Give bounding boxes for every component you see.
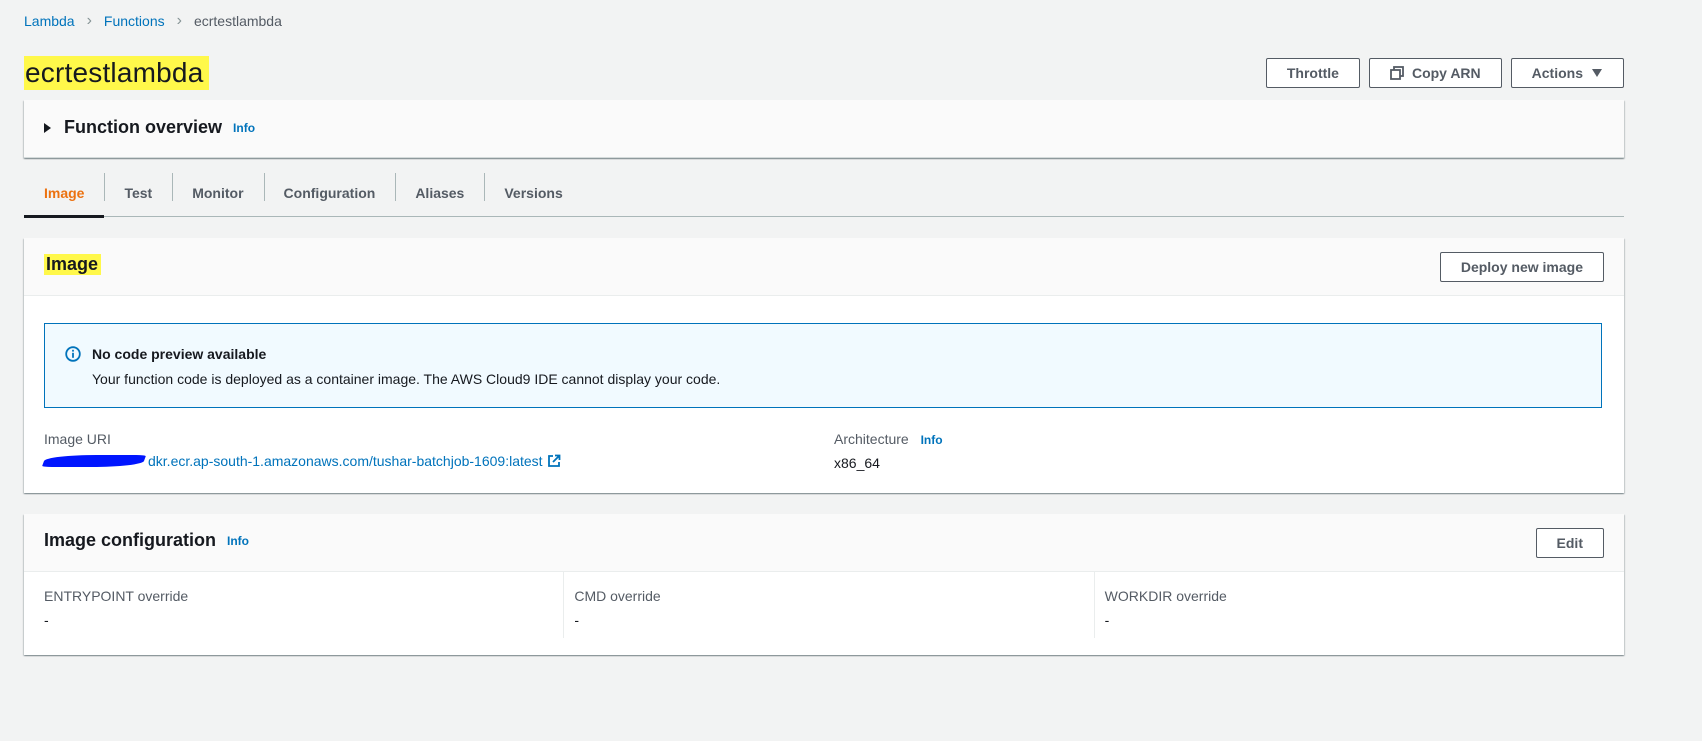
cmd-override-field: CMD override - xyxy=(563,572,1093,638)
copy-arn-label: Copy ARN xyxy=(1411,65,1481,81)
architecture-info-link[interactable]: Info xyxy=(921,433,943,447)
actions-button[interactable]: Actions xyxy=(1510,58,1624,88)
info-circle-icon xyxy=(65,346,81,362)
cmd-override-label: CMD override xyxy=(574,588,661,604)
image-configuration-title-text: Image configuration xyxy=(44,530,217,550)
alert-title: No code preview available xyxy=(92,346,267,362)
tab-test[interactable]: Test xyxy=(104,170,172,216)
architecture-label: Architecture xyxy=(834,431,909,447)
actions-label: Actions xyxy=(1531,65,1583,81)
image-configuration-info-link[interactable]: Info xyxy=(227,534,249,548)
entrypoint-override-label: ENTRYPOINT override xyxy=(44,588,189,604)
redaction-mark xyxy=(41,455,147,467)
function-overview-toggle[interactable]: Function overview Info xyxy=(44,117,255,138)
image-panel-title: Image xyxy=(44,254,102,275)
cmd-override-value: - xyxy=(574,612,579,628)
deploy-new-image-label: Deploy new image xyxy=(1460,259,1583,275)
entrypoint-override-field: ENTRYPOINT override - xyxy=(24,572,563,638)
image-uri-link[interactable]: dkr.ecr.ap-south-1.amazonaws.com/tushar-… xyxy=(148,453,543,469)
info-alert: No code preview available Your function … xyxy=(44,323,1602,408)
info-link[interactable]: Info xyxy=(233,121,255,135)
workdir-override-label: WORKDIR override xyxy=(1104,588,1227,604)
header-actions: Throttle Copy ARN Actions xyxy=(1265,58,1624,88)
breadcrumb: Lambda › Functions › ecrtestlambda xyxy=(24,12,282,30)
breadcrumb-functions[interactable]: Functions xyxy=(104,13,165,29)
workdir-override-field: WORKDIR override - xyxy=(1093,572,1624,638)
tab-image[interactable]: Image xyxy=(24,170,105,218)
image-title-text: Image xyxy=(44,254,102,275)
copy-arn-button[interactable]: Copy ARN xyxy=(1368,58,1502,88)
image-configuration-title: Image configuration Info xyxy=(44,530,249,551)
chevron-right-icon: › xyxy=(86,12,92,29)
image-uri-block: Image URI dkr.ecr.ap-south-1.amazonaws.c… xyxy=(41,431,561,469)
image-uri-label: Image URI xyxy=(44,431,111,447)
copy-icon xyxy=(1390,66,1404,80)
image-panel: Image Deploy new image No code preview a… xyxy=(24,238,1624,493)
edit-button[interactable]: Edit xyxy=(1535,528,1604,558)
tab-bar: Image Test Monitor Configuration Aliases… xyxy=(24,170,1624,218)
deploy-new-image-button[interactable]: Deploy new image xyxy=(1439,252,1604,282)
breadcrumb-lambda[interactable]: Lambda xyxy=(24,13,75,29)
tab-versions[interactable]: Versions xyxy=(484,170,582,216)
throttle-button[interactable]: Throttle xyxy=(1265,58,1360,88)
function-overview-panel: Function overview Info xyxy=(24,100,1624,158)
image-configuration-header: Image configuration Info Edit xyxy=(24,514,1624,572)
alert-body: Your function code is deployed as a cont… xyxy=(92,371,721,387)
tab-monitor[interactable]: Monitor xyxy=(172,170,263,216)
image-uri-value: dkr.ecr.ap-south-1.amazonaws.com/tushar-… xyxy=(41,453,561,469)
image-panel-header: Image Deploy new image xyxy=(24,238,1624,296)
image-configuration-panel: Image configuration Info Edit ENTRYPOINT… xyxy=(24,514,1624,655)
caret-right-icon xyxy=(44,122,51,133)
edit-label: Edit xyxy=(1556,535,1583,551)
architecture-block: Architecture Info x86_64 xyxy=(834,431,943,471)
entrypoint-override-value: - xyxy=(44,612,49,628)
breadcrumb-current: ecrtestlambda xyxy=(193,13,282,29)
chevron-right-icon: › xyxy=(176,12,182,29)
external-link-icon[interactable] xyxy=(547,454,561,468)
function-overview-title: Function overview xyxy=(64,117,223,137)
architecture-value: x86_64 xyxy=(834,455,880,471)
throttle-label: Throttle xyxy=(1286,65,1339,81)
caret-down-icon xyxy=(1592,69,1602,77)
page-title: ecrtestlambda xyxy=(24,56,210,90)
tab-aliases[interactable]: Aliases xyxy=(395,170,484,216)
workdir-override-value: - xyxy=(1104,612,1110,628)
architecture-label-row: Architecture Info xyxy=(834,431,943,447)
tab-configuration[interactable]: Configuration xyxy=(263,170,396,216)
image-configuration-fields: ENTRYPOINT override - CMD override - WOR… xyxy=(24,572,1624,638)
